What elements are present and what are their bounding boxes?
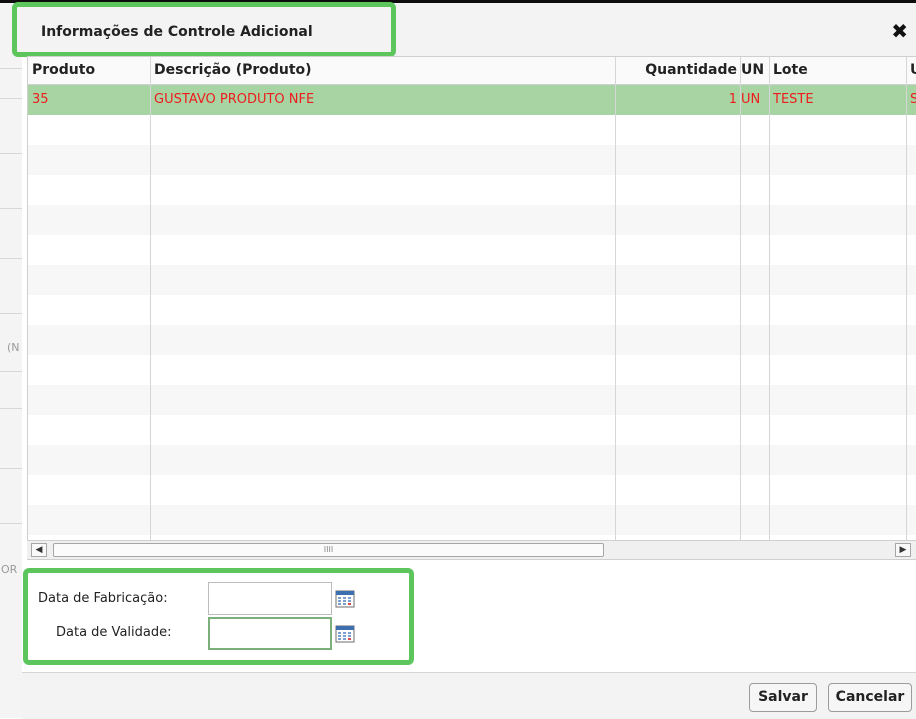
- empty-row: [28, 505, 916, 535]
- empty-row: [28, 475, 916, 505]
- empty-row: [28, 145, 916, 175]
- bg-divider: [0, 523, 22, 524]
- empty-row: [28, 175, 916, 205]
- column-header-descricao[interactable]: Descrição (Produto): [150, 57, 615, 84]
- column-divider: [150, 57, 151, 541]
- bg-divider: [0, 68, 22, 69]
- cell-descricao: GUSTAVO PRODUTO NFE: [154, 92, 315, 107]
- bg-divider: [0, 98, 22, 99]
- cancel-button[interactable]: Cancelar: [828, 683, 912, 712]
- empty-row: [28, 115, 916, 145]
- bg-divider: [0, 313, 22, 314]
- empty-row: [28, 355, 916, 385]
- horizontal-scrollbar[interactable]: ◀ IIII ▶: [27, 540, 916, 560]
- column-divider: [740, 57, 741, 541]
- column-divider: [769, 57, 770, 541]
- grid-header: Produto Descrição (Produto) Quantidade U…: [28, 57, 916, 85]
- empty-row: [28, 295, 916, 325]
- bg-divider: [0, 468, 22, 469]
- products-grid: Produto Descrição (Produto) Quantidade U…: [27, 56, 916, 541]
- bg-text-fragment: (N: [7, 341, 20, 354]
- scroll-left-icon[interactable]: ◀: [31, 543, 47, 557]
- cell-quantidade: 1: [728, 92, 737, 107]
- cell-extra: S: [906, 85, 916, 115]
- cell-produto: 35: [32, 92, 49, 107]
- table-row[interactable]: 35 GUSTAVO PRODUTO NFE 1 UN TESTE S: [28, 85, 916, 115]
- bg-divider: [0, 153, 22, 154]
- empty-row: [28, 325, 916, 355]
- dialog-footer: Salvar Cancelar: [22, 672, 916, 719]
- empty-row: [28, 265, 916, 295]
- cell-lote: TESTE: [773, 92, 814, 107]
- column-header-un[interactable]: UN: [737, 57, 769, 84]
- empty-row: [28, 205, 916, 235]
- bg-divider: [0, 371, 22, 372]
- scroll-right-icon[interactable]: ▶: [895, 543, 911, 557]
- save-button[interactable]: Salvar: [749, 683, 817, 712]
- empty-row: [28, 235, 916, 265]
- empty-row: [28, 445, 916, 475]
- scroll-thumb[interactable]: IIII: [53, 543, 604, 557]
- close-icon[interactable]: ✖: [891, 19, 908, 43]
- background-page: (N OR: [0, 3, 23, 718]
- column-divider: [615, 57, 616, 541]
- bg-divider: [0, 408, 22, 409]
- column-header-extra[interactable]: U: [906, 57, 916, 84]
- bg-divider: [0, 208, 22, 209]
- form-highlight-box: [23, 568, 414, 665]
- empty-row: [28, 385, 916, 415]
- title-highlight-box: [12, 2, 396, 57]
- bg-text-fragment: OR: [1, 563, 18, 576]
- column-header-quantidade[interactable]: Quantidade: [615, 57, 741, 84]
- column-header-produto[interactable]: Produto: [28, 57, 150, 84]
- empty-row: [28, 415, 916, 445]
- column-header-lote[interactable]: Lote: [769, 57, 908, 84]
- cell-un: UN: [741, 92, 761, 107]
- bg-divider: [0, 258, 22, 259]
- column-divider: [906, 57, 907, 541]
